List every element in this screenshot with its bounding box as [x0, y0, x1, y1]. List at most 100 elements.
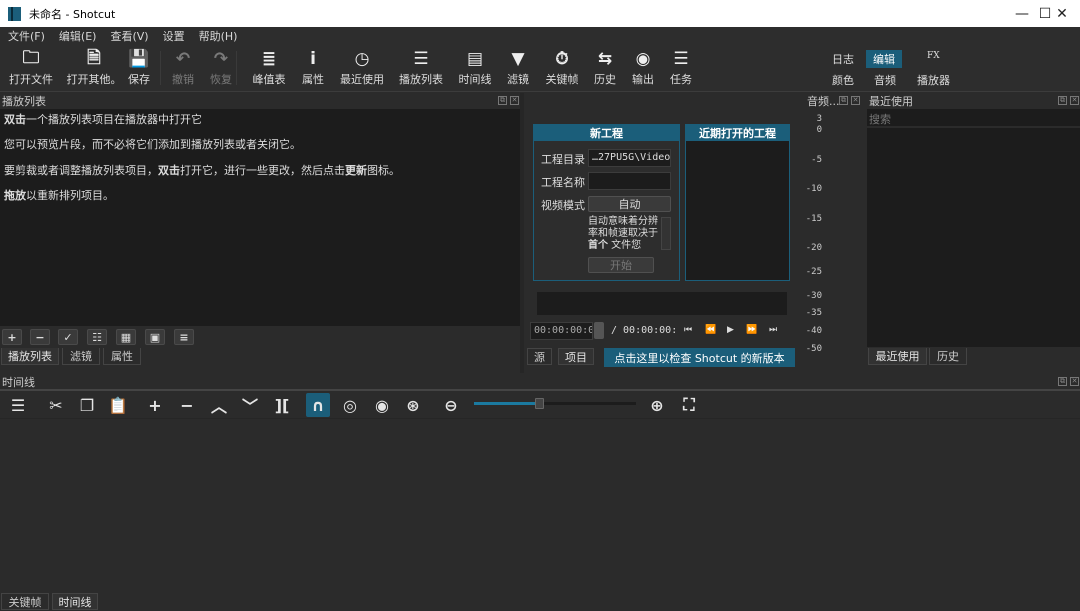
- duration-label: / 00:00:00:: [611, 325, 678, 336]
- zoom-fit-icon[interactable]: ⛶: [677, 393, 701, 417]
- float-dock-icon[interactable]: ⧉: [498, 96, 507, 105]
- scrub-eye-icon[interactable]: ◎: [338, 393, 362, 417]
- tiles-view-button[interactable]: ▦: [116, 329, 136, 345]
- float-dock-icon[interactable]: ⧉: [1058, 377, 1067, 386]
- remove-icon[interactable]: −: [175, 393, 199, 417]
- close-dock-icon[interactable]: ✕: [851, 96, 860, 105]
- splitter[interactable]: [520, 93, 524, 373]
- toolbar-button-open-file[interactable]: 🗀 打开文件: [1, 47, 61, 87]
- tab-source[interactable]: 源: [527, 348, 552, 365]
- layout-color[interactable]: 颜色: [825, 71, 861, 89]
- menu-settings[interactable]: 设置: [155, 28, 191, 44]
- timecode-spinner[interactable]: [594, 322, 604, 339]
- paste-icon[interactable]: 📋: [106, 393, 130, 417]
- menu-view[interactable]: 查看(V): [102, 28, 154, 44]
- add-button[interactable]: +: [2, 329, 22, 345]
- play-icon[interactable]: ▶: [727, 325, 734, 335]
- snap-magnet-icon[interactable]: ∩: [306, 393, 330, 417]
- save-icon: 💾: [128, 49, 150, 69]
- float-dock-icon[interactable]: ⧉: [839, 96, 848, 105]
- split-icon[interactable]: ][: [270, 393, 294, 417]
- update-button[interactable]: ✓: [58, 329, 78, 345]
- rewind-icon[interactable]: ⏪: [705, 325, 716, 335]
- layout-fx[interactable]: FX: [920, 50, 947, 62]
- recent-dock-title: 最近使用: [869, 94, 913, 108]
- cut-icon[interactable]: ✂: [44, 393, 68, 417]
- tab-recent[interactable]: 最近使用: [868, 348, 927, 365]
- lift-icon[interactable]: ︿: [207, 393, 231, 417]
- recent-list[interactable]: [867, 128, 1080, 347]
- toolbar-button-jobs[interactable]: ☰ 任务: [651, 47, 711, 87]
- meter-tick-label: -35: [805, 308, 822, 318]
- tab-playlist[interactable]: 播放列表: [1, 348, 59, 365]
- shotcut-app-icon: [8, 6, 21, 21]
- menu-edit[interactable]: 编辑(E): [51, 28, 103, 44]
- project-name-input[interactable]: [588, 172, 671, 190]
- close-dock-icon[interactable]: ✕: [1070, 96, 1079, 105]
- video-mode-select[interactable]: 自动: [588, 196, 671, 212]
- timecode-input[interactable]: 00:00:00:00: [530, 322, 593, 340]
- playlist-hint-2: 您可以预览片段，而不必将它们添加到播放列表或者关闭它。: [4, 138, 301, 151]
- playlist-area[interactable]: 双击一个播放列表项目在播放器中打开它 您可以预览片段，而不必将它们添加到播放列表…: [0, 109, 520, 326]
- menu-bar: 文件(F) 编辑(E) 查看(V) 设置 帮助(H): [0, 27, 1080, 45]
- close-dock-icon[interactable]: ✕: [510, 96, 519, 105]
- new-project-title: 新工程: [534, 125, 679, 141]
- hint-scrollbar[interactable]: [661, 217, 671, 250]
- meter-tick-label: -15: [805, 214, 822, 224]
- timeline-tracks-area[interactable]: [0, 419, 1080, 592]
- toolbar-button-clock[interactable]: ◷ 最近使用: [332, 47, 392, 87]
- tab-keyframes[interactable]: 关键帧: [1, 593, 49, 610]
- info-icon: i: [310, 49, 316, 69]
- meter-tick-label: -20: [805, 243, 822, 253]
- zoom-slider-handle[interactable]: [534, 398, 544, 409]
- project-dir-label: 工程目录: [541, 153, 585, 166]
- layout-edit[interactable]: 编辑: [866, 50, 902, 68]
- playlist-menu-button[interactable]: ≡: [174, 329, 194, 345]
- meter-tick-label: -25: [805, 267, 822, 277]
- recent-search-input[interactable]: 搜索: [867, 109, 1080, 127]
- skip-to-start-icon[interactable]: ⏮: [684, 325, 692, 335]
- ripple-all-icon[interactable]: ⊛: [401, 393, 425, 417]
- tab-timeline[interactable]: 时间线: [52, 593, 98, 610]
- layout-log[interactable]: 日志: [825, 50, 861, 68]
- zoom-slider[interactable]: [474, 398, 636, 409]
- meter-tick-label: -50: [805, 344, 822, 354]
- main-toolbar: 🗀 打开文件 🗎 打开其他。 💾 保存 ↶ 撤销 ↷ 恢复 ≣ 峰值表 i 属性 ◷ 最近使用 ☰ 播放列表 ▤ 时间…: [0, 45, 1080, 92]
- toolbar-label: 保存: [128, 73, 150, 86]
- remove-button[interactable]: −: [30, 329, 50, 345]
- timeline-menu-icon[interactable]: ☰: [6, 393, 30, 417]
- playlist-dock-title: 播放列表: [2, 94, 46, 108]
- icons-view-button[interactable]: ▣: [145, 329, 165, 345]
- update-check-banner[interactable]: 点击这里以检查 Shotcut 的新版本: [604, 348, 795, 367]
- skip-to-end-icon[interactable]: ⏭: [769, 325, 777, 335]
- toolbar-label: 滤镜: [507, 73, 529, 86]
- tab-filters[interactable]: 滤镜: [62, 348, 100, 365]
- zoom-out-icon[interactable]: ⊖: [439, 393, 463, 417]
- scrub-bar[interactable]: [537, 292, 787, 315]
- overwrite-icon[interactable]: ﹀: [238, 393, 262, 417]
- zoom-in-icon[interactable]: ⊕: [645, 393, 669, 417]
- copy-icon[interactable]: ❐: [75, 393, 99, 417]
- start-button[interactable]: 开始: [588, 257, 654, 273]
- append-icon[interactable]: +: [143, 393, 167, 417]
- ripple-icon[interactable]: ◉: [370, 393, 394, 417]
- toolbar-label: 播放列表: [399, 73, 443, 86]
- toolbar-separator: [236, 51, 237, 85]
- tab-project[interactable]: 项目: [558, 348, 594, 365]
- menu-help[interactable]: 帮助(H): [191, 28, 244, 44]
- float-dock-icon[interactable]: ⧉: [1058, 96, 1067, 105]
- toolbar-button-playlist[interactable]: ☰ 播放列表: [391, 47, 451, 87]
- layout-player[interactable]: 播放器: [910, 71, 957, 89]
- video-mode-label: 视频模式: [541, 199, 585, 212]
- details-view-button[interactable]: ☷: [87, 329, 107, 345]
- close-dock-icon[interactable]: ✕: [1070, 377, 1079, 386]
- menu-file[interactable]: 文件(F): [0, 28, 51, 44]
- window-title: 未命名 - Shotcut: [29, 7, 116, 21]
- close-button[interactable]: ✕: [1039, 0, 1080, 27]
- tab-history[interactable]: 历史: [929, 348, 967, 365]
- project-dir-field[interactable]: …27PU5G\Videos: [588, 149, 671, 167]
- tab-properties[interactable]: 属性: [103, 348, 141, 365]
- meter-tick-label: -40: [805, 326, 822, 336]
- layout-audio[interactable]: 音频: [867, 71, 903, 89]
- fast-forward-icon[interactable]: ⏩: [746, 325, 757, 335]
